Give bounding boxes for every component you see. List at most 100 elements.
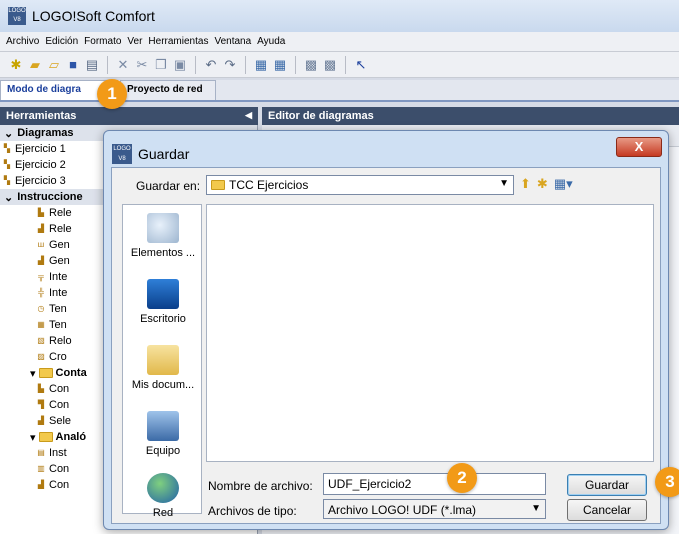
counter-icon: ▙ xyxy=(37,384,45,393)
upload-icon[interactable]: ▦ xyxy=(272,57,288,73)
editor-panel-title: Editor de diagramas xyxy=(268,110,374,122)
dropdown-arrow-icon: ▼ xyxy=(499,178,509,189)
new-icon[interactable]: ✱ xyxy=(8,57,24,73)
lookin-label: Guardar en: xyxy=(136,179,201,193)
instruction-label: Inte xyxy=(49,287,68,299)
folder-icon xyxy=(38,368,53,378)
save-icon[interactable]: ■ xyxy=(65,57,81,73)
module-icon[interactable]: ▩ xyxy=(322,57,338,73)
place-label: Red xyxy=(152,507,174,519)
toolbar-separator xyxy=(245,55,246,74)
save-button[interactable]: Guardar xyxy=(567,474,647,496)
help-pointer-icon[interactable]: ↖ xyxy=(353,57,369,73)
menu-herramientas[interactable]: Herramientas xyxy=(148,36,208,47)
place-label: Escritorio xyxy=(140,313,186,325)
open-icon[interactable]: ▰ xyxy=(27,57,43,73)
menu-ventana[interactable]: Ventana xyxy=(214,36,251,47)
instruction-label: Relo xyxy=(49,335,72,347)
computer-icon xyxy=(147,411,179,441)
place-label: Equipo xyxy=(145,445,181,457)
tab-network-project[interactable]: Proyecto de red xyxy=(120,80,216,100)
cancel-button[interactable]: Cancelar xyxy=(567,499,647,521)
chevron-down-icon: ▾ xyxy=(30,431,36,444)
instruction-label: Ten xyxy=(49,319,67,331)
tools-panel-title: Herramientas xyxy=(6,110,77,122)
documents-folder-icon xyxy=(147,345,179,375)
module-icon[interactable]: ▩ xyxy=(303,57,319,73)
step-marker-2: 2 xyxy=(447,463,477,493)
undo-icon[interactable]: ↶ xyxy=(203,57,219,73)
dialog-titlebar: LOGO V8 Guardar xyxy=(112,144,189,164)
main-toolbar: ✱ ▰ ▱ ■ ▤ ✕ ✂ ❐ ▣ ↶ ↷ ▦ ▦ ▩ ▩ ↖ xyxy=(0,52,679,78)
paste-icon[interactable]: ▣ xyxy=(172,57,188,73)
download-icon[interactable]: ▦ xyxy=(253,57,269,73)
instruction-label: Rele xyxy=(49,207,72,219)
pulse-generator-icon: ш xyxy=(37,240,45,249)
copy-icon[interactable]: ❐ xyxy=(153,57,169,73)
desktop-icon xyxy=(147,279,179,309)
up-folder-icon[interactable]: ⬆ xyxy=(520,176,531,192)
place-desktop[interactable]: Escritorio xyxy=(123,279,203,325)
diagram-item-label: Ejercicio 3 xyxy=(15,175,66,187)
menu-ver[interactable]: Ver xyxy=(127,36,142,47)
instruction-label: Inte xyxy=(49,271,68,283)
save-dialog: LOGO V8 Guardar X Guardar en: TCC Ejercic… xyxy=(103,130,669,530)
chevron-down-icon: ▾ xyxy=(30,367,36,380)
filename-input[interactable]: UDF_Ejercicio2 xyxy=(323,473,546,495)
diagram-icon: ▚ xyxy=(3,160,11,169)
print-icon[interactable]: ▤ xyxy=(84,57,100,73)
dropdown-arrow-icon: ▼ xyxy=(531,503,541,514)
stopwatch-icon: ▨ xyxy=(37,352,45,361)
analog-group-label: Analó xyxy=(55,431,87,443)
place-network[interactable]: Red xyxy=(123,473,203,519)
calendar-icon: ▦ xyxy=(37,320,45,329)
places-bar: Elementos ... Escritorio Mis docum... Eq… xyxy=(122,204,203,519)
redo-icon[interactable]: ↷ xyxy=(222,57,238,73)
menu-ayuda[interactable]: Ayuda xyxy=(257,36,285,47)
instruction-label: Gen xyxy=(49,255,70,267)
counters-group-label: Conta xyxy=(55,367,87,379)
lookin-dropdown[interactable]: TCC Ejercicios ▼ xyxy=(206,175,514,195)
delete-icon[interactable]: ✕ xyxy=(115,57,131,73)
diagrams-section-label: Diagramas xyxy=(17,127,74,139)
file-list[interactable] xyxy=(206,204,654,462)
toolbar-separator xyxy=(295,55,296,74)
menu-formato[interactable]: Formato xyxy=(84,36,121,47)
chevron-down-icon: ⌄ xyxy=(4,191,14,204)
instruction-label: Rele xyxy=(49,223,72,235)
analog-icon: ▤ xyxy=(37,448,45,457)
toolbar-separator xyxy=(345,55,346,74)
step-marker-1: 1 xyxy=(97,79,127,109)
menu-edicion[interactable]: Edición xyxy=(45,36,78,47)
filetype-dropdown[interactable]: Archivo LOGO! UDF (*.lma) ▼ xyxy=(323,499,546,519)
collapse-left-icon[interactable]: ◀ xyxy=(245,110,252,121)
lookin-value: TCC Ejercicios xyxy=(229,178,309,192)
view-menu-icon[interactable]: ▦▾ xyxy=(554,176,573,192)
open-folder-icon[interactable]: ▱ xyxy=(46,57,62,73)
generator-icon: ▟ xyxy=(37,256,45,265)
analog-icon: ▥ xyxy=(37,464,45,473)
place-documents[interactable]: Mis docum... xyxy=(123,345,203,391)
dialog-body: Guardar en: TCC Ejercicios ▼ ⬆ ✱ ▦▾ Elem… xyxy=(111,167,661,524)
analog-icon: ▟ xyxy=(37,480,45,489)
cut-icon[interactable]: ✂ xyxy=(134,57,150,73)
recent-items-icon xyxy=(147,213,179,243)
diagram-icon: ▚ xyxy=(3,144,11,153)
place-computer[interactable]: Equipo xyxy=(123,411,203,457)
filename-label: Nombre de archivo: xyxy=(208,479,313,493)
counter-icon: ▜ xyxy=(37,400,45,409)
instruction-label: Sele xyxy=(49,415,72,427)
instruction-label: Gen xyxy=(49,239,70,251)
instruction-label: Cro xyxy=(49,351,67,363)
place-recent[interactable]: Elementos ... xyxy=(123,213,203,259)
menu-bar: Archivo Edición Formato Ver Herramientas… xyxy=(0,32,679,52)
switch-icon: ╦ xyxy=(38,272,44,281)
menu-archivo[interactable]: Archivo xyxy=(6,36,39,47)
diagram-item-label: Ejercicio 1 xyxy=(15,143,66,155)
new-folder-icon[interactable]: ✱ xyxy=(537,176,548,192)
filetype-value: Archivo LOGO! UDF (*.lma) xyxy=(328,503,477,517)
close-button[interactable]: X xyxy=(616,137,662,157)
navigation-icons: ⬆ ✱ ▦▾ xyxy=(520,176,573,192)
instruction-label: Con xyxy=(49,479,70,491)
instruction-label: Con xyxy=(49,463,70,475)
